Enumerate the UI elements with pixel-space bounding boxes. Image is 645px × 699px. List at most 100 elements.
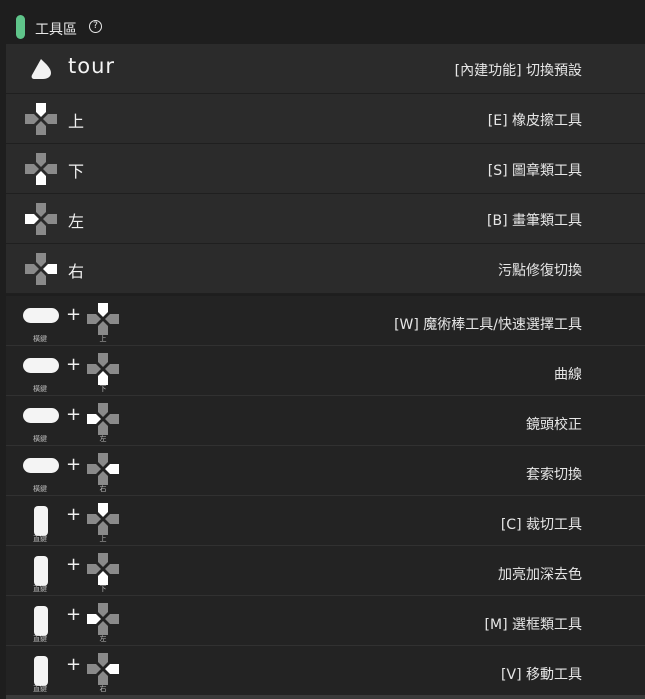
combo-row-0[interactable]: 橫鍵 + 上 [W] 魔術棒工具/快速選擇工具 bbox=[6, 296, 645, 346]
mapping-description: [S] 圖章類工具 bbox=[487, 163, 582, 179]
modifier-label: 直鍵 bbox=[33, 635, 47, 643]
combo-description: 套索切換 bbox=[526, 467, 582, 483]
direction-label: 右 bbox=[99, 485, 107, 493]
plus-icon: + bbox=[66, 554, 82, 575]
direction-key-label: 左 bbox=[68, 212, 85, 231]
main-mapping-list: tour [內建功能] 切換預設上 [E] 橡皮擦工具下 [S] 圖章類工具左 [B] … bbox=[6, 44, 645, 294]
section-indicator-icon bbox=[16, 15, 25, 39]
combo-description: [C] 裁切工具 bbox=[500, 517, 582, 533]
plus-icon: + bbox=[66, 604, 82, 625]
combo-description: [W] 魔術棒工具/快速選擇工具 bbox=[394, 317, 582, 333]
combo-description: 鏡頭校正 bbox=[526, 417, 582, 433]
horizontal-button-icon bbox=[23, 458, 59, 473]
dpad-right-icon bbox=[24, 252, 58, 286]
direction-label: 下 bbox=[99, 385, 107, 393]
direction-label: 上 bbox=[99, 535, 107, 543]
mapping-row-2[interactable]: 下 [S] 圖章類工具 bbox=[6, 144, 645, 194]
plus-icon: + bbox=[66, 404, 82, 425]
modifier-button bbox=[22, 506, 60, 536]
dpad-down-icon bbox=[25, 153, 57, 185]
dpad-up-icon bbox=[86, 302, 120, 336]
horizontal-button-icon bbox=[23, 358, 59, 373]
modifier-button bbox=[22, 356, 60, 378]
section-title: 工具區 bbox=[35, 22, 77, 38]
combo-description: [M] 選框類工具 bbox=[484, 617, 582, 633]
vertical-button-icon bbox=[34, 656, 48, 686]
modifier-button bbox=[22, 556, 60, 586]
modifier-label: 橫鍵 bbox=[33, 385, 47, 393]
mapping-row-1[interactable]: 上 [E] 橡皮擦工具 bbox=[6, 94, 645, 144]
dpad-left-icon bbox=[25, 203, 57, 235]
modifier-button bbox=[22, 456, 60, 478]
dpad-right-icon bbox=[25, 253, 57, 285]
plus-icon: + bbox=[66, 654, 82, 675]
modifier-label: 橫鍵 bbox=[33, 335, 47, 343]
dpad-down-icon bbox=[87, 353, 119, 385]
dpad-right-icon bbox=[87, 653, 119, 685]
dpad-left-icon bbox=[24, 202, 58, 236]
direction-label: 右 bbox=[99, 685, 107, 693]
combo-row-1[interactable]: 橫鍵 + 下 曲線 bbox=[6, 346, 645, 396]
direction-label: 左 bbox=[99, 435, 107, 443]
mapping-description: [B] 畫筆類工具 bbox=[487, 213, 582, 229]
plus-icon: + bbox=[66, 454, 82, 475]
mapping-description: [E] 橡皮擦工具 bbox=[487, 113, 582, 129]
vertical-button-icon bbox=[34, 556, 48, 586]
dpad-down-icon bbox=[87, 553, 119, 585]
dpad-right-icon bbox=[86, 652, 120, 686]
plus-icon: + bbox=[66, 304, 82, 325]
combo-description: [V] 移動工具 bbox=[501, 667, 582, 683]
mapping-row-4[interactable]: 右 污點修復切換 bbox=[6, 244, 645, 294]
modifier-button bbox=[22, 306, 60, 328]
dpad-up-icon bbox=[87, 503, 119, 535]
modifier-label: 直鍵 bbox=[33, 585, 47, 593]
mapping-description: [內建功能] 切換預設 bbox=[454, 63, 582, 79]
dpad-down-icon bbox=[86, 352, 120, 386]
dpad-right-icon bbox=[86, 452, 120, 486]
direction-label: 下 bbox=[99, 585, 107, 593]
modifier-label: 直鍵 bbox=[33, 685, 47, 693]
combo-row-4[interactable]: 直鍵 + 上 [C] 裁切工具 bbox=[6, 496, 645, 546]
tour-logo-icon bbox=[24, 52, 58, 86]
vertical-button-icon bbox=[34, 606, 48, 636]
modifier-button bbox=[22, 406, 60, 428]
dpad-up-icon bbox=[86, 502, 120, 536]
direction-key-label: 下 bbox=[68, 162, 85, 181]
direction-label: 左 bbox=[99, 635, 107, 643]
combo-description: 加亮加深去色 bbox=[498, 567, 582, 583]
dpad-up-icon bbox=[24, 102, 58, 136]
combo-row-5[interactable]: 直鍵 + 下 加亮加深去色 bbox=[6, 546, 645, 596]
modifier-button bbox=[22, 656, 60, 686]
tour-label: tour bbox=[68, 54, 116, 78]
mapping-row-0[interactable]: tour [內建功能] 切換預設 bbox=[6, 44, 645, 94]
combo-row-6[interactable]: 直鍵 + 左 [M] 選框類工具 bbox=[6, 596, 645, 646]
dpad-left-icon bbox=[86, 602, 120, 636]
dpad-left-icon bbox=[86, 402, 120, 436]
horizontal-button-icon bbox=[23, 408, 59, 423]
direction-label: 上 bbox=[99, 335, 107, 343]
modifier-button bbox=[22, 606, 60, 636]
scroll-edge bbox=[6, 695, 645, 699]
dpad-up-icon bbox=[87, 303, 119, 335]
combo-row-7[interactable]: 直鍵 + 右 [V] 移動工具 bbox=[6, 646, 645, 696]
dpad-left-icon bbox=[87, 603, 119, 635]
modifier-label: 橫鍵 bbox=[33, 485, 47, 493]
plus-icon: + bbox=[66, 504, 82, 525]
dpad-right-icon bbox=[87, 453, 119, 485]
plus-icon: + bbox=[66, 354, 82, 375]
tool-section-header: 工具區 ? bbox=[0, 0, 645, 44]
combo-description: 曲線 bbox=[554, 367, 582, 383]
vertical-button-icon bbox=[34, 506, 48, 536]
mapping-row-3[interactable]: 左 [B] 畫筆類工具 bbox=[6, 194, 645, 244]
dpad-left-icon bbox=[87, 403, 119, 435]
mapping-description: 污點修復切換 bbox=[498, 263, 582, 279]
horizontal-button-icon bbox=[23, 308, 59, 323]
tour-logo-icon bbox=[31, 59, 51, 79]
direction-key-label: 上 bbox=[68, 112, 85, 131]
combo-row-3[interactable]: 橫鍵 + 右 套索切換 bbox=[6, 446, 645, 496]
combo-row-2[interactable]: 橫鍵 + 左 鏡頭校正 bbox=[6, 396, 645, 446]
dpad-up-icon bbox=[25, 103, 57, 135]
dpad-down-icon bbox=[24, 152, 58, 186]
direction-key-label: 右 bbox=[68, 262, 85, 281]
help-icon[interactable]: ? bbox=[89, 20, 102, 33]
